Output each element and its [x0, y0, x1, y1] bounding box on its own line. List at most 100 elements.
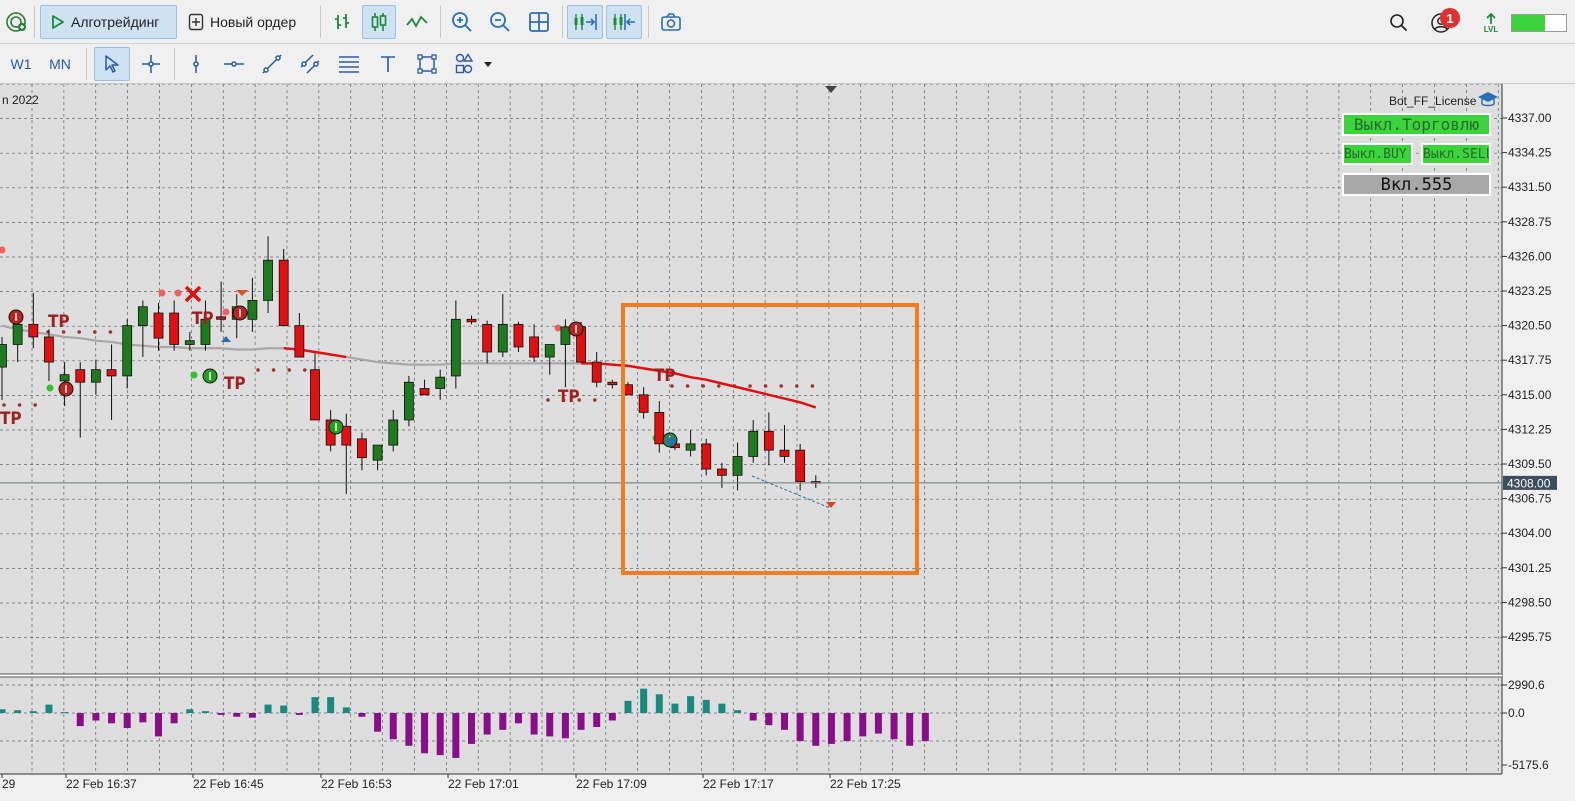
histogram-bar — [248, 713, 256, 718]
candle-body — [779, 449, 790, 457]
histogram-bar — [76, 713, 84, 727]
histogram-bar — [468, 713, 475, 744]
play-icon — [52, 15, 64, 29]
zoom-out-icon[interactable] — [484, 5, 516, 39]
auto-scroll-icon[interactable] — [567, 5, 603, 39]
channel-icon[interactable] — [294, 47, 326, 81]
time-tick-label: 22 Feb 16:45 — [193, 777, 264, 791]
candle-body — [28, 323, 39, 338]
price-tick-label: 4306.75 — [1508, 492, 1552, 506]
disable-buy-button[interactable]: Выкл.BUY — [1342, 143, 1413, 165]
signal-dot — [190, 371, 198, 379]
histogram-bar — [640, 688, 648, 713]
candle-body — [372, 444, 383, 461]
shapes-icon[interactable] — [410, 47, 444, 81]
histogram-bar — [155, 713, 162, 737]
candle-body — [122, 325, 133, 377]
histogram-bar — [374, 713, 382, 732]
connection-status-bar — [1511, 14, 1567, 32]
horizontal-line-icon[interactable] — [218, 47, 250, 81]
expert-name: Bot_FF_License — [1389, 94, 1477, 108]
candlestick-icon[interactable] — [362, 5, 396, 39]
candle-body — [717, 468, 727, 476]
candle-body — [638, 394, 649, 413]
price-tick-label: 4331.50 — [1508, 180, 1552, 194]
price-tick-label: 4309.50 — [1508, 457, 1552, 471]
new-order-label: Новый ордер — [210, 14, 297, 30]
histogram-bar — [61, 712, 69, 714]
level-dot — [546, 398, 550, 402]
candle-body — [153, 312, 164, 339]
disable-sell-button[interactable]: Выкл.SELL — [1421, 143, 1491, 165]
signal-dot — [222, 308, 230, 316]
zoom-in-icon[interactable] — [446, 5, 478, 39]
histogram-bar — [29, 711, 37, 713]
level-dot — [256, 368, 260, 372]
candle-body — [701, 443, 712, 470]
price-tick-label: 4304.00 — [1508, 526, 1552, 540]
candle-body — [763, 430, 774, 451]
text-tool-icon[interactable] — [372, 47, 404, 81]
new-order-button[interactable]: Новый ордер — [182, 5, 314, 39]
cursor-icon[interactable] — [94, 47, 130, 81]
histogram-bar — [514, 713, 522, 724]
candle-body — [450, 318, 461, 377]
histogram-bar — [843, 713, 851, 742]
line-chart-icon[interactable] — [400, 5, 434, 39]
trendline-icon[interactable] — [256, 47, 288, 81]
candle-body — [59, 374, 70, 382]
histogram-bar — [781, 713, 788, 730]
time-tick-label: 22 Feb 17:25 — [830, 777, 901, 791]
objects-menu-icon[interactable] — [450, 47, 498, 81]
candle-body — [388, 419, 399, 446]
histogram-bar — [702, 699, 710, 713]
level-dot — [287, 368, 292, 372]
fibonacci-icon[interactable] — [332, 47, 366, 81]
histogram-bar — [405, 713, 413, 746]
histogram-bar — [546, 713, 554, 737]
vertical-line-icon[interactable] — [180, 47, 212, 81]
crosshair-icon[interactable] — [134, 47, 168, 81]
candle-body — [169, 312, 180, 345]
histogram-bar — [186, 709, 194, 713]
bar-chart-icon[interactable] — [326, 5, 358, 39]
price-tick-label: 4337.00 — [1508, 111, 1552, 125]
timeframe-mn-button[interactable]: MN — [42, 48, 78, 80]
histogram-bar — [874, 713, 882, 734]
price-tick-label: 4328.75 — [1508, 215, 1552, 229]
drawing-toolbar: W1 MN — [0, 44, 1575, 84]
disable-trading-button[interactable]: Выкл.Торговлю — [1342, 113, 1491, 136]
price-tick-label: 4295.75 — [1508, 630, 1552, 644]
screenshot-icon[interactable] — [654, 5, 688, 39]
chart-shift-icon[interactable] — [606, 5, 642, 39]
histogram-bar — [859, 713, 867, 737]
tp-label: TP — [654, 366, 676, 386]
price-chart[interactable]: TP TP TP TP TP TP 4337.00 4334.25 4331.50 4328.7… — [0, 84, 1575, 801]
histogram-bar — [906, 713, 914, 746]
histogram-bar — [233, 713, 241, 717]
histogram-bar — [593, 713, 601, 728]
level-dot — [593, 398, 597, 402]
time-tick-label: 22 Feb 17:17 — [703, 777, 774, 791]
histogram-bar — [14, 710, 22, 713]
tile-windows-icon[interactable] — [522, 5, 556, 39]
histogram-bar — [45, 704, 53, 713]
search-icon[interactable] — [1384, 8, 1414, 38]
candle-body — [654, 412, 665, 445]
histogram-bar — [108, 713, 116, 724]
algotrading-label: Алготрейдинг — [71, 14, 160, 30]
algotrading-button[interactable]: Алготрейдинг — [40, 5, 177, 39]
price-tick-label: 4323.25 — [1508, 284, 1552, 298]
candle-body — [75, 369, 86, 383]
candle-body — [12, 323, 23, 345]
time-tick-label: 22 Feb 17:01 — [448, 777, 519, 791]
histogram-bar — [123, 713, 131, 728]
market-watch-icon[interactable] — [2, 8, 30, 36]
histogram-bar — [280, 705, 288, 713]
candle-body — [435, 376, 446, 389]
magic-number-button[interactable]: Вкл.555 — [1342, 173, 1491, 196]
tp-label: TP — [224, 374, 246, 394]
price-tick-label: 4317.75 — [1508, 353, 1552, 367]
timeframe-w1-button[interactable]: W1 — [4, 48, 38, 80]
candle-body — [106, 369, 117, 377]
